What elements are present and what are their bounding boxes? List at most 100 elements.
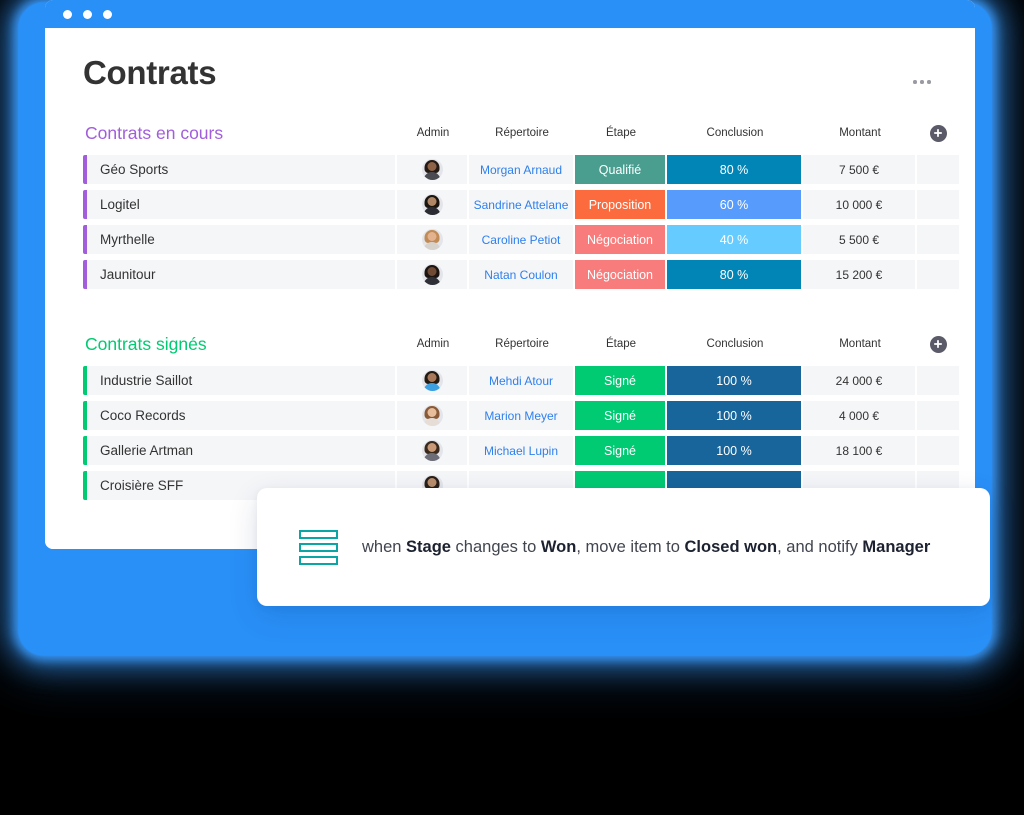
table-row[interactable]: Coco Records Marion Meyer Signé 100 % 4 000 … [83,401,959,430]
row-admin-cell[interactable] [397,260,469,289]
column-header-etape: Étape [605,338,637,350]
avatar-man-short-hair[interactable] [421,440,443,461]
row-blank-cell [917,225,959,254]
row-montant-cell[interactable]: 10 000 € [803,190,917,219]
avatar-head [427,197,437,206]
automation-token-text: , and notify [777,537,863,556]
row-etape-badge[interactable]: Qualifié [575,155,667,184]
avatar-woman-smiling[interactable] [421,405,443,426]
row-montant-cell[interactable]: 4 000 € [803,401,917,430]
avatar-man-dark[interactable] [421,159,443,180]
group-header: Contrats en cours Admin Répertoire Étape Con… [83,118,947,148]
table-row[interactable]: Myrthelle Caroline Petiot Négociation 40 % 5… [83,225,959,254]
avatar-man-blue-shirt[interactable] [421,370,443,391]
row-conclusion-cell[interactable]: 80 % [667,155,803,184]
avatar-woman-dark-hair[interactable] [421,194,443,215]
avatar-woman-blonde[interactable] [421,229,443,250]
row-etape-badge[interactable]: Proposition [575,190,667,219]
app-window: Contrats Contrats en cours Admin Répertoir… [45,0,975,549]
automation-token-bold[interactable]: Manager [862,538,930,556]
row-conclusion-cell[interactable]: 100 % [667,366,803,395]
avatar-body [423,242,441,250]
row-repertoire-cell[interactable]: Natan Coulon [469,260,575,289]
add-column-button[interactable] [929,124,947,142]
window-dot-minimize[interactable] [83,9,92,19]
row-item-name[interactable]: Gallerie Artman [87,436,397,465]
avatar-head [427,373,437,382]
row-montant-cell[interactable]: 18 100 € [803,436,917,465]
row-item-name[interactable]: Myrthelle [87,225,397,254]
row-repertoire-cell[interactable]: Sandrine Attelane [469,190,575,219]
column-header-repertoire: Répertoire [495,127,549,139]
column-header-admin: Admin [416,338,450,350]
window-dot-maximize[interactable] [103,9,112,19]
row-conclusion-cell[interactable]: 80 % [667,260,803,289]
avatar-body [423,383,441,391]
row-admin-cell[interactable] [397,366,469,395]
avatar-man-beard[interactable] [421,264,443,285]
avatar-head [427,478,437,487]
row-admin-cell[interactable] [397,401,469,430]
row-admin-cell[interactable] [397,190,469,219]
row-item-name[interactable]: Jaunitour [87,260,397,289]
row-admin-cell[interactable] [397,225,469,254]
row-blank-cell [917,436,959,465]
avatar-body [423,172,441,180]
automation-token-text: when [362,537,407,556]
row-etape-badge[interactable]: Signé [575,366,667,395]
avatar-body [423,453,441,461]
column-header-repertoire: Répertoire [495,338,549,350]
group-title[interactable]: Contrats signés [83,334,397,355]
row-blank-cell [917,366,959,395]
automation-token-bold[interactable]: Stage [406,538,451,556]
row-item-name[interactable]: Géo Sports [87,155,397,184]
row-conclusion-cell[interactable]: 40 % [667,225,803,254]
table-row[interactable]: Jaunitour Natan Coulon Négociation 80 % 15 2… [83,260,959,289]
table-row[interactable]: Gallerie Artman Michael Lupin Signé 100 % 18… [83,436,959,465]
row-montant-cell[interactable]: 15 200 € [803,260,917,289]
avatar-head [427,162,437,171]
add-column-button[interactable] [929,335,947,353]
row-item-name[interactable]: Logitel [87,190,397,219]
boards-container: Contrats en cours Admin Répertoire Étape Con… [83,118,959,500]
row-repertoire-cell[interactable]: Marion Meyer [469,401,575,430]
row-admin-cell[interactable] [397,155,469,184]
add-column-cell [917,124,959,142]
row-item-name[interactable]: Coco Records [87,401,397,430]
column-header-etape: Étape [605,127,637,139]
table-row[interactable]: Industrie Saillot Mehdi Atour Signé 100 % 24… [83,366,959,395]
row-blank-cell [917,155,959,184]
row-repertoire-cell[interactable]: Mehdi Atour [469,366,575,395]
row-etape-badge[interactable]: Négociation [575,260,667,289]
row-etape-badge[interactable]: Négociation [575,225,667,254]
avatar-body [423,277,441,285]
kebab-menu-icon[interactable] [913,80,931,84]
automation-token-bold[interactable]: Closed won [685,538,778,556]
stacked-bars-icon [299,529,338,565]
row-montant-cell[interactable]: 5 500 € [803,225,917,254]
row-admin-cell[interactable] [397,436,469,465]
row-repertoire-cell[interactable]: Morgan Arnaud [469,155,575,184]
row-conclusion-cell[interactable]: 60 % [667,190,803,219]
avatar-head [427,267,437,276]
window-body: Contrats Contrats en cours Admin Répertoir… [45,28,975,549]
automation-recipe-text: when Stage changes to Won, move item to … [362,538,930,557]
window-dot-close[interactable] [63,9,72,19]
table-row[interactable]: Géo Sports Morgan Arnaud Qualifié 80 % 7 500… [83,155,959,184]
group-title[interactable]: Contrats en cours [83,123,397,144]
avatar-head [427,408,437,417]
automation-token-text: changes to [450,537,541,556]
automation-token-bold[interactable]: Won [541,538,576,556]
row-conclusion-cell[interactable]: 100 % [667,401,803,430]
row-etape-badge[interactable]: Signé [575,401,667,430]
row-conclusion-cell[interactable]: 100 % [667,436,803,465]
table-row[interactable]: Logitel Sandrine Attelane Proposition 60 % 1… [83,190,959,219]
row-item-name[interactable]: Industrie Saillot [87,366,397,395]
row-montant-cell[interactable]: 7 500 € [803,155,917,184]
row-repertoire-cell[interactable]: Caroline Petiot [469,225,575,254]
row-montant-cell[interactable]: 24 000 € [803,366,917,395]
row-repertoire-cell[interactable]: Michael Lupin [469,436,575,465]
automation-recipe-card[interactable]: when Stage changes to Won, move item to … [257,488,990,606]
row-blank-cell [917,401,959,430]
row-etape-badge[interactable]: Signé [575,436,667,465]
